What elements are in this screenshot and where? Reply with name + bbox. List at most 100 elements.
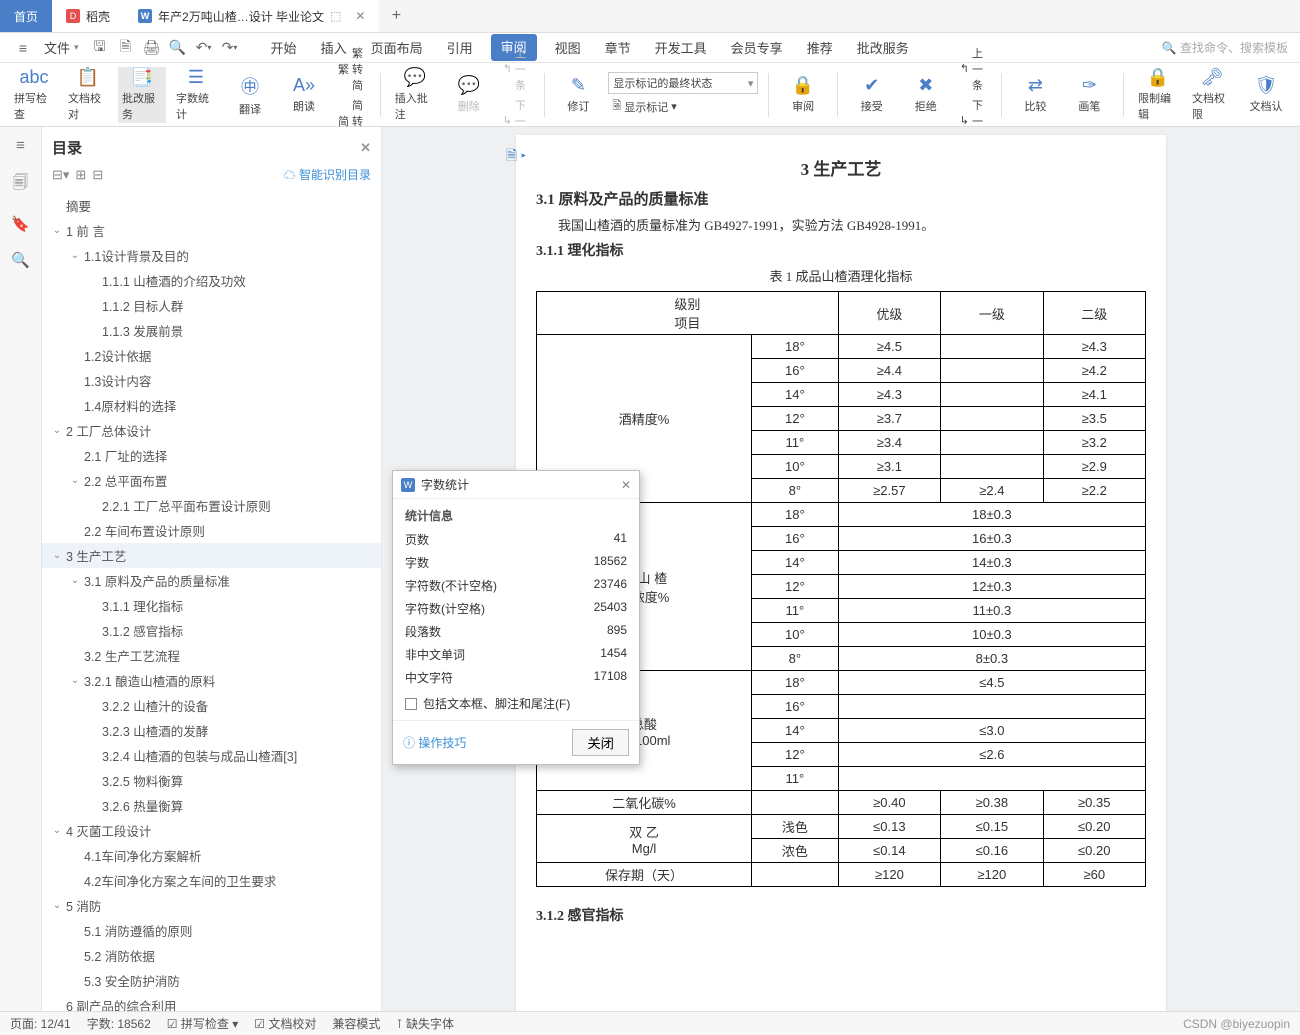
auth-button[interactable]: 🛡文档认 [1242, 67, 1290, 123]
hamburger-icon[interactable]: ≡ [12, 37, 34, 59]
chevron-down-icon[interactable]: ⌄ [52, 550, 62, 561]
redo-icon[interactable]: ↷▾ [219, 37, 241, 59]
toc-item[interactable]: 3.2.5 物料衡算 [42, 768, 381, 793]
toc-item[interactable]: 3.1.1 理化指标 [42, 593, 381, 618]
toc-item[interactable]: 2.1 厂址的选择 [42, 443, 381, 468]
include-checkbox[interactable]: 包括文本框、脚注和尾注(F) [405, 695, 627, 712]
toc-item[interactable]: 3.2.2 山楂汁的设备 [42, 693, 381, 718]
read-button[interactable]: A»朗读 [280, 67, 328, 123]
dialog-close-button[interactable]: 关闭 [572, 729, 629, 756]
compare-button[interactable]: ⇄比较 [1011, 67, 1059, 123]
toc-item[interactable]: 6 副产品的综合利用 [42, 993, 381, 1011]
menu-tab-7[interactable]: 开发工具 [649, 34, 713, 61]
prev-change[interactable]: ↰上一条 [956, 44, 991, 94]
chevron-down-icon[interactable]: ⌄ [70, 475, 80, 486]
expand-icon[interactable]: ⊞ [75, 167, 86, 183]
toc-item[interactable]: ⌄1.1设计背景及目的 [42, 243, 381, 268]
toc-item[interactable]: 1.3设计内容 [42, 368, 381, 393]
toc-item[interactable]: 1.1.2 目标人群 [42, 293, 381, 318]
toc-item[interactable]: ⌄5 消防 [42, 893, 381, 918]
wordcount-button[interactable]: ☰字数统计 [172, 67, 220, 123]
undo-icon[interactable]: ↶▾ [193, 37, 215, 59]
toc-item[interactable]: 5.3 安全防护消防 [42, 968, 381, 993]
toc-item[interactable]: 3.2.4 山楂酒的包装与成品山楂酒[3] [42, 743, 381, 768]
bookmark-icon[interactable]: 🔖 [11, 215, 30, 233]
toc-item[interactable]: 1.2设计依据 [42, 343, 381, 368]
toc-item[interactable]: ⌄3.1 原料及产品的质量标准 [42, 568, 381, 593]
toc-item[interactable]: 3.2 生产工艺流程 [42, 643, 381, 668]
print-icon[interactable]: 🖨 [141, 37, 163, 59]
toc-item[interactable]: 5.2 消防依据 [42, 943, 381, 968]
outline-icon[interactable]: ≡ [16, 137, 25, 154]
toc-item[interactable]: ⌄3 生产工艺 [42, 543, 381, 568]
tab-doke[interactable]: D稻壳 [52, 0, 124, 32]
reject-button[interactable]: ✖拒绝 [902, 67, 950, 123]
preview-icon[interactable]: 🔍 [167, 37, 189, 59]
chevron-down-icon[interactable]: ⌄ [52, 900, 62, 911]
toc-item[interactable]: ⌄4 灭菌工段设计 [42, 818, 381, 843]
toc-item[interactable]: ⌄2.2 总平面布置 [42, 468, 381, 493]
status-compat[interactable]: 兼容模式 [332, 1015, 380, 1032]
toc-item[interactable]: ⌄1 前 言 [42, 218, 381, 243]
outline-close-icon[interactable]: ✕ [360, 140, 371, 156]
toc-item[interactable]: 3.2.3 山楂酒的发酵 [42, 718, 381, 743]
smart-outline[interactable]: ☁ 智能识别目录 [284, 166, 371, 183]
show-markup[interactable]: 🗟显示标记 ▾ [608, 96, 758, 117]
spellcheck-button[interactable]: abc拼写检查 [10, 67, 58, 123]
status-font[interactable]: ⊺ 缺失字体 [396, 1015, 454, 1032]
prev-comment[interactable]: ↰上一条 [499, 44, 534, 94]
menu-tab-5[interactable]: 视图 [549, 34, 587, 61]
translate-button[interactable]: ㊥翻译 [226, 67, 274, 123]
toc-item[interactable]: 2.2.1 工厂总平面布置设计原则 [42, 493, 381, 518]
saveas-icon[interactable]: 🗎 [115, 37, 137, 59]
pen-button[interactable]: ✑画笔 [1065, 67, 1113, 123]
tab-close-icon[interactable]: ✕ [355, 9, 365, 23]
chevron-down-icon[interactable]: ⌄ [70, 675, 80, 686]
restrict-button[interactable]: 🔒限制编辑 [1134, 67, 1182, 123]
status-spell[interactable]: ☑ 拼写检查 ▾ [167, 1015, 238, 1032]
toc-item[interactable]: ⌄2 工厂总体设计 [42, 418, 381, 443]
search-icon[interactable]: 🔍 [11, 251, 30, 269]
tab-home[interactable]: 首页 [0, 0, 52, 32]
chevron-down-icon[interactable]: ⌄ [52, 225, 62, 236]
menu-tab-3[interactable]: 引用 [441, 34, 479, 61]
proofread-button[interactable]: 📋文档校对 [64, 67, 112, 123]
permission-button[interactable]: 🗝文档权限 [1188, 67, 1236, 123]
chevron-down-icon[interactable]: ⌄ [52, 825, 62, 836]
status-proof[interactable]: ☑ 文档校对 [254, 1015, 316, 1032]
toc-item[interactable]: 4.2车间净化方案之车间的卫生要求 [42, 868, 381, 893]
menu-tab-6[interactable]: 章节 [599, 34, 637, 61]
menu-tab-0[interactable]: 开始 [265, 34, 303, 61]
toc-item[interactable]: 3.1.2 感官指标 [42, 618, 381, 643]
accept-button[interactable]: ✔接受 [848, 67, 896, 123]
grading-button[interactable]: 📑批改服务 [118, 67, 166, 123]
menu-tab-8[interactable]: 会员专享 [725, 34, 789, 61]
menu-tab-9[interactable]: 推荐 [801, 34, 839, 61]
toc-item[interactable]: 3.2.6 热量衡算 [42, 793, 381, 818]
toc-item[interactable]: 4.1车间净化方案解析 [42, 843, 381, 868]
toc-item[interactable]: 摘要 [42, 193, 381, 218]
toc-item[interactable]: 1.1.3 发展前景 [42, 318, 381, 343]
status-words[interactable]: 字数: 18562 [87, 1015, 151, 1032]
chevron-down-icon[interactable]: ⌄ [52, 425, 62, 436]
tab-add[interactable]: + [379, 0, 413, 32]
dialog-tip[interactable]: ⓘ 操作技巧 [403, 734, 466, 751]
delete-comment-button[interactable]: 💬删除 [445, 67, 493, 123]
display-mode-select[interactable]: 显示标记的最终状态 [608, 72, 758, 94]
chevron-down-icon[interactable]: ⌄ [70, 575, 80, 586]
page-nav-icon[interactable]: 🗎 ▸ [506, 145, 526, 169]
toc-item[interactable]: 2.2 车间布置设计原则 [42, 518, 381, 543]
toc-item[interactable]: ⌄3.2.1 酿造山楂酒的原料 [42, 668, 381, 693]
menu-tab-10[interactable]: 批改服务 [851, 34, 915, 61]
collapse-icon[interactable]: ⊟▾ [52, 167, 69, 183]
tab-document[interactable]: W年产2万吨山楂…设计 毕业论文⬚✕ [124, 0, 379, 32]
page-icon[interactable]: 🗐 [13, 172, 28, 197]
file-menu[interactable]: 文件▾ [38, 34, 85, 61]
menu-tab-2[interactable]: 页面布局 [365, 34, 429, 61]
toc-item[interactable]: 5.1 消防遵循的原则 [42, 918, 381, 943]
toc-item[interactable]: 1.4原材料的选择 [42, 393, 381, 418]
save-icon[interactable]: 🖫 [89, 37, 111, 59]
insert-comment-button[interactable]: 💬插入批注 [391, 67, 439, 123]
toc-item[interactable]: 1.1.1 山楂酒的介绍及功效 [42, 268, 381, 293]
to-simplified[interactable]: 繁繁转简 [334, 44, 370, 94]
